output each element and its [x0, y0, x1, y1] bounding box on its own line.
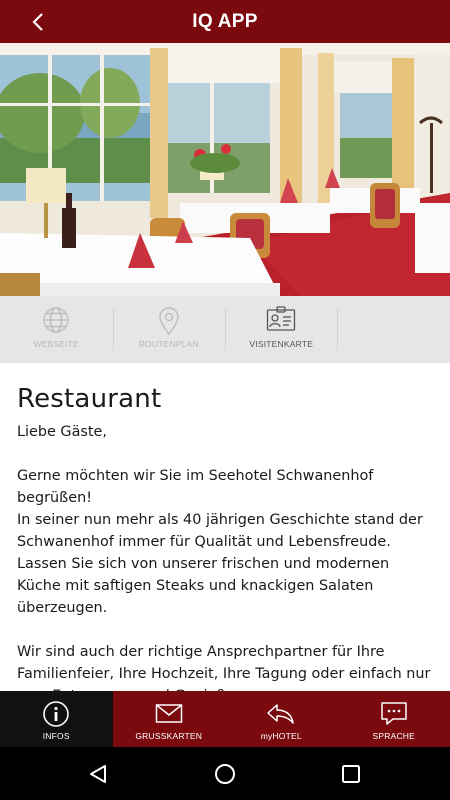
business-card-label: VISITENKARTE	[249, 339, 314, 349]
tab-language-label: SPRACHE	[372, 731, 415, 741]
page-title: Restaurant	[17, 384, 162, 414]
square-recents-icon	[342, 764, 360, 783]
system-back-button[interactable]	[68, 747, 128, 800]
action-divider	[337, 308, 338, 350]
route-planner-label: ROUTENPLAN	[138, 339, 199, 349]
system-home-button[interactable]	[195, 747, 255, 800]
globe-icon	[43, 307, 69, 333]
system-nav-bar	[0, 747, 450, 800]
app-title: IQ APP	[192, 11, 258, 32]
app-bar: IQ APP	[0, 0, 450, 43]
website-action[interactable]: WEBSEITE	[0, 296, 113, 363]
triangle-back-icon	[90, 764, 106, 783]
tab-infos-label: INFOS	[42, 731, 70, 741]
description-text: Liebe Gäste, Gerne möchten wir Sie im Se…	[17, 424, 431, 691]
action-bar: WEBSEITE ROUTENPLAN VISITENKARTE	[0, 296, 450, 363]
website-label: WEBSEITE	[33, 339, 80, 349]
restaurant-photo	[0, 43, 450, 296]
tab-greeting-cards[interactable]: GRUSSKARTEN	[113, 691, 226, 747]
contact-card-icon	[267, 306, 296, 331]
hero-image	[0, 43, 450, 296]
business-card-action[interactable]: VISITENKARTE	[225, 296, 338, 363]
tab-greeting-cards-label: GRUSSKARTEN	[135, 731, 203, 741]
tab-myhotel[interactable]: myHOTEL	[225, 691, 338, 747]
content-area: Restaurant Liebe Gäste, Gerne möchten wi…	[17, 375, 437, 691]
envelope-icon	[155, 704, 182, 723]
tab-infos[interactable]: INFOS	[0, 691, 113, 747]
tab-myhotel-label: myHOTEL	[260, 731, 302, 741]
bottom-tab-bar: INFOS GRUSSKARTEN myHOTEL SPRACHE	[0, 691, 450, 747]
system-recents-button[interactable]	[321, 747, 381, 800]
chat-bubble-icon	[381, 702, 407, 725]
info-icon	[43, 701, 70, 727]
route-planner-action[interactable]: ROUTENPLAN	[112, 296, 226, 363]
reply-arrow-icon	[267, 704, 294, 724]
tab-language[interactable]: SPRACHE	[338, 691, 450, 747]
circle-home-icon	[215, 763, 235, 784]
map-pin-icon	[159, 307, 179, 336]
